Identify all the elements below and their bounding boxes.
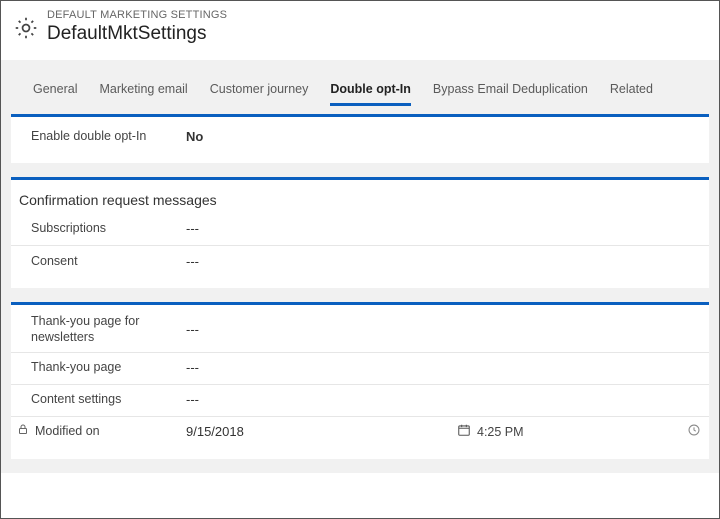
row-content-settings[interactable]: Content settings --- <box>11 385 709 417</box>
row-thankyou-newsletters[interactable]: Thank-you page for newsletters --- <box>11 309 709 353</box>
section-thankyou: Thank-you page for newsletters --- Thank… <box>11 302 709 459</box>
row-consent[interactable]: Consent --- <box>11 246 709 278</box>
page-title: DefaultMktSettings <box>47 23 227 46</box>
tab-related[interactable]: Related <box>610 76 653 106</box>
calendar-icon[interactable] <box>457 423 471 440</box>
confirmation-title: Confirmation request messages <box>11 184 709 214</box>
tab-marketing-email[interactable]: Marketing email <box>99 76 187 106</box>
thankyou-newsletters-value: --- <box>186 322 701 337</box>
row-modified-on[interactable]: Modified on 9/15/2018 4:25 PM <box>11 417 709 449</box>
enable-value: No <box>186 129 701 144</box>
clock-icon[interactable] <box>687 423 701 440</box>
tab-customer-journey[interactable]: Customer journey <box>210 76 309 106</box>
row-thankyou-page[interactable]: Thank-you page --- <box>11 353 709 385</box>
page-header: DEFAULT MARKETING SETTINGS DefaultMktSet… <box>1 1 719 60</box>
section-enable: Enable double opt-In No <box>11 114 709 163</box>
subscriptions-value: --- <box>186 221 701 236</box>
consent-value: --- <box>186 254 701 269</box>
tab-bypass-dedup[interactable]: Bypass Email Deduplication <box>433 76 588 106</box>
thankyou-page-label: Thank-you page <box>31 359 186 375</box>
gear-icon <box>13 9 39 46</box>
enable-label: Enable double opt-In <box>31 128 186 144</box>
thankyou-newsletters-label: Thank-you page for newsletters <box>31 313 186 346</box>
consent-label: Consent <box>31 253 186 269</box>
row-subscriptions[interactable]: Subscriptions --- <box>11 214 709 246</box>
thankyou-page-value: --- <box>186 360 701 375</box>
subscriptions-label: Subscriptions <box>31 220 186 236</box>
row-enable-double-opt-in[interactable]: Enable double opt-In No <box>11 121 709 153</box>
tab-double-opt-in[interactable]: Double opt-In <box>330 76 411 106</box>
modified-on-time: 4:25 PM <box>477 425 524 439</box>
content-settings-label: Content settings <box>31 391 186 407</box>
modified-on-date: 9/15/2018 <box>186 424 457 439</box>
section-confirmation: Confirmation request messages Subscripti… <box>11 177 709 288</box>
lock-icon <box>17 423 29 439</box>
content-settings-value: --- <box>186 392 701 407</box>
modified-on-label: Modified on <box>35 423 100 439</box>
page-supertitle: DEFAULT MARKETING SETTINGS <box>47 9 227 21</box>
tab-general[interactable]: General <box>33 76 77 106</box>
tab-bar: General Marketing email Customer journey… <box>1 70 719 106</box>
